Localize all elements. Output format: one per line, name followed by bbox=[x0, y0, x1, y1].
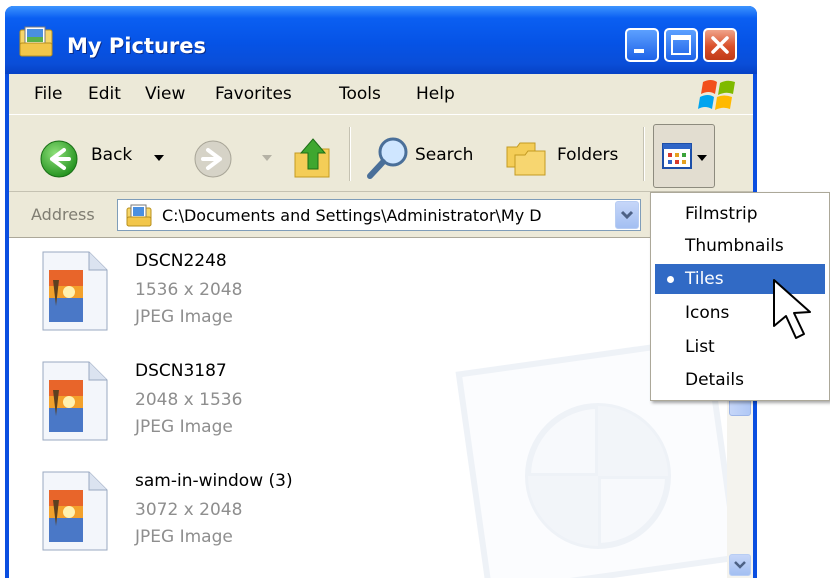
view-option-thumbnails[interactable]: Thumbnails bbox=[655, 231, 825, 261]
view-option-details[interactable]: Details bbox=[655, 365, 825, 395]
file-type: JPEG Image bbox=[135, 307, 233, 327]
file-type: JPEG Image bbox=[135, 527, 233, 547]
search-button[interactable]: Search bbox=[415, 145, 473, 165]
file-list-pane: DSCN2248 1536 x 2048 JPEG Image DSCN3187… bbox=[9, 238, 753, 578]
menu-bar: File Edit View Favorites Tools Help bbox=[9, 74, 753, 114]
views-dropdown-icon bbox=[697, 155, 707, 161]
folders-button[interactable]: Folders bbox=[557, 145, 618, 165]
back-dropdown-icon[interactable] bbox=[153, 153, 165, 163]
toolbar-separator bbox=[349, 127, 351, 181]
folders-icon[interactable] bbox=[503, 137, 549, 179]
windows-logo-icon bbox=[698, 80, 735, 110]
address-label: Address bbox=[31, 205, 95, 224]
back-button[interactable]: Back bbox=[91, 145, 132, 165]
window-client: File Edit View Favorites Tools Help Back bbox=[9, 74, 753, 578]
window-title: My Pictures bbox=[67, 34, 207, 58]
title-bar[interactable]: My Pictures bbox=[5, 6, 757, 74]
jpeg-image-icon bbox=[42, 471, 108, 551]
back-arrow-icon[interactable] bbox=[39, 139, 79, 179]
close-icon bbox=[711, 36, 729, 54]
address-dropdown-button[interactable] bbox=[615, 201, 639, 229]
scroll-down-button[interactable] bbox=[729, 554, 751, 576]
file-dimensions: 3072 x 2048 bbox=[135, 500, 243, 520]
file-name: sam-in-window (3) bbox=[135, 471, 293, 491]
minimize-icon bbox=[634, 49, 644, 53]
minimize-button[interactable] bbox=[625, 28, 659, 62]
explorer-window: My Pictures File Edit View Favorites Too… bbox=[5, 6, 757, 578]
view-option-label: Icons bbox=[685, 303, 730, 323]
up-folder-icon[interactable] bbox=[291, 135, 335, 181]
toolbar-separator bbox=[643, 127, 645, 181]
jpeg-image-icon bbox=[42, 251, 108, 331]
my-pictures-folder-icon bbox=[19, 26, 53, 57]
view-option-filmstrip[interactable]: Filmstrip bbox=[655, 199, 825, 229]
search-magnifier-icon[interactable] bbox=[365, 135, 411, 181]
file-dimensions: 1536 x 2048 bbox=[135, 280, 243, 300]
views-grid-icon bbox=[662, 143, 692, 169]
file-tile[interactable]: DSCN2248 1536 x 2048 JPEG Image bbox=[39, 250, 459, 350]
address-bar: Address C:\Documents and Settings\Admini… bbox=[9, 192, 753, 238]
menu-file[interactable]: File bbox=[34, 84, 62, 104]
menu-tools[interactable]: Tools bbox=[339, 84, 381, 104]
close-button[interactable] bbox=[703, 28, 737, 62]
folder-picture-icon bbox=[126, 204, 152, 227]
standard-toolbar: Back Search Folders bbox=[9, 114, 753, 192]
forward-arrow-icon[interactable] bbox=[193, 139, 233, 179]
maximize-icon bbox=[671, 35, 691, 55]
menu-help[interactable]: Help bbox=[416, 84, 455, 104]
file-tile[interactable]: DSCN3187 2048 x 1536 JPEG Image bbox=[39, 360, 459, 460]
views-button[interactable] bbox=[653, 124, 715, 188]
chevron-down-icon bbox=[734, 561, 746, 569]
address-field[interactable]: C:\Documents and Settings\Administrator\… bbox=[117, 199, 641, 231]
view-option-label: List bbox=[685, 337, 715, 357]
file-tile[interactable]: sam-in-window (3) 3072 x 2048 JPEG Image bbox=[39, 470, 459, 570]
menu-view[interactable]: View bbox=[145, 84, 185, 104]
menu-edit[interactable]: Edit bbox=[88, 84, 121, 104]
jpeg-image-icon bbox=[42, 361, 108, 441]
view-option-label: Details bbox=[685, 370, 744, 390]
menu-favorites[interactable]: Favorites bbox=[215, 84, 292, 104]
chevron-down-icon bbox=[620, 210, 634, 220]
selected-bullet-icon bbox=[667, 276, 674, 283]
view-option-label: Filmstrip bbox=[685, 204, 758, 224]
file-name: DSCN3187 bbox=[135, 361, 227, 381]
file-dimensions: 2048 x 1536 bbox=[135, 390, 243, 410]
address-path: C:\Documents and Settings\Administrator\… bbox=[162, 206, 542, 225]
forward-dropdown-icon[interactable] bbox=[261, 153, 273, 163]
mouse-cursor-icon bbox=[773, 279, 811, 339]
file-name: DSCN2248 bbox=[135, 251, 227, 271]
view-option-label: Tiles bbox=[685, 269, 724, 289]
file-type: JPEG Image bbox=[135, 417, 233, 437]
maximize-button[interactable] bbox=[664, 28, 698, 62]
view-option-label: Thumbnails bbox=[685, 236, 784, 256]
